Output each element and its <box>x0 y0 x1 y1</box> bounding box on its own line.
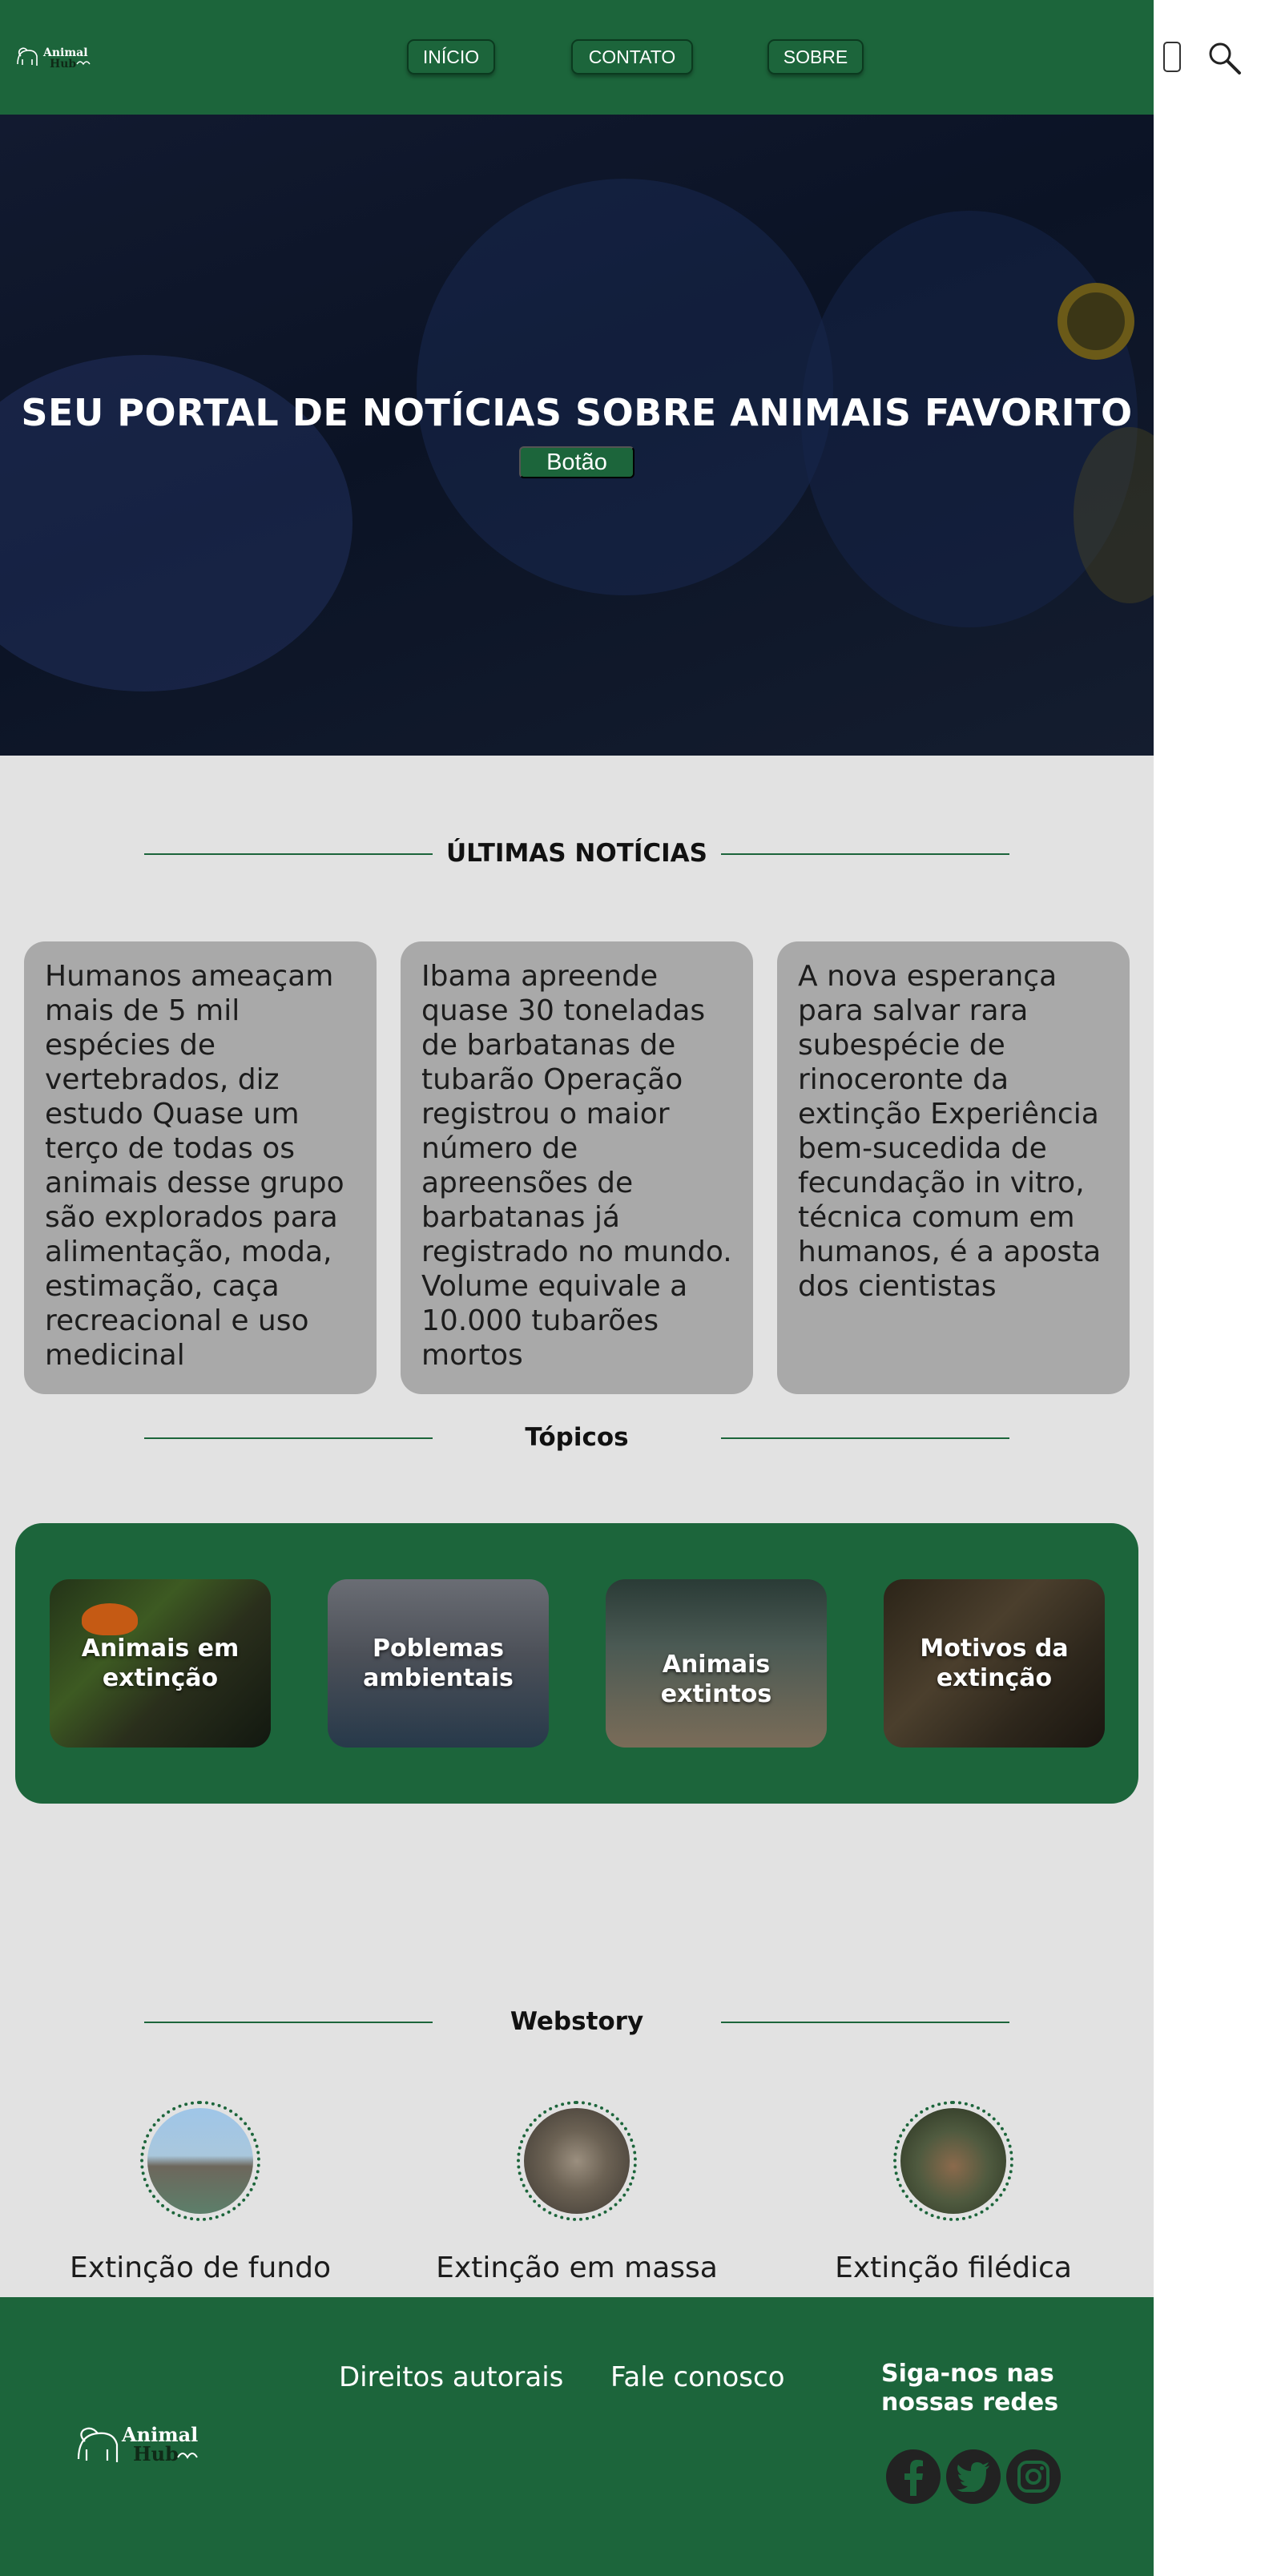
footer-animal-hub-logo[interactable]: Animal Hub <box>72 2409 224 2473</box>
webstory-section-heading: Webstory <box>144 2006 1009 2038</box>
news-section-heading: ÚLTIMAS NOTÍCIAS <box>144 837 1009 869</box>
phone-icon[interactable] <box>1163 42 1181 72</box>
parrot-eye-shape <box>1057 283 1134 360</box>
topics-section-heading: Tópicos <box>144 1421 1009 1453</box>
topic-label: Animais extintos <box>660 1651 772 1708</box>
news-card-text: A nova esperança para salvar rara subesp… <box>798 960 1102 1303</box>
site-footer: Animal Hub Direitos autorais Fale conosc… <box>0 2297 1154 2576</box>
topic-label: Animais em extinção <box>81 1635 240 1692</box>
bear-photo <box>900 2108 1006 2214</box>
news-card[interactable]: Humanos ameaçam mais de 5 mil espécies d… <box>24 941 377 1394</box>
footer-link-direitos-autorais[interactable]: Direitos autorais <box>339 2361 563 2393</box>
news-card-text: Humanos ameaçam mais de 5 mil espécies d… <box>45 960 344 1372</box>
hero-title: SEU PORTAL DE NOTÍCIAS SOBRE ANIMAIS FAV… <box>21 391 1133 434</box>
fossils-photo <box>524 2108 630 2214</box>
topic-label: Poblemas ambientais <box>363 1635 514 1692</box>
site-header: Animal Hub INÍCIO CONTATO SOBRE <box>0 0 1154 115</box>
hero-background-shape <box>417 179 833 595</box>
elephant-photo <box>147 2108 253 2214</box>
heading-divider <box>721 1437 1009 1439</box>
webstory-thumbnail[interactable] <box>893 2101 1013 2221</box>
webstory-item[interactable]: Extinção em massa <box>417 2101 737 2284</box>
topic-card[interactable]: Animais em extinção <box>50 1579 271 1748</box>
webstory-label: Extinção em massa <box>436 2251 718 2284</box>
heading-divider <box>721 2022 1009 2023</box>
twitter-icon[interactable] <box>946 2449 1001 2504</box>
nav-sobre-button[interactable]: SOBRE <box>767 39 864 75</box>
topic-card[interactable]: Animais extintos <box>606 1579 827 1748</box>
news-card[interactable]: A nova esperança para salvar rara subesp… <box>777 941 1130 1394</box>
topic-card[interactable]: Poblemas ambientais <box>328 1579 549 1748</box>
svg-text:Hub: Hub <box>50 58 76 71</box>
topic-card[interactable]: Motivos da extinção <box>884 1579 1105 1748</box>
follow-us-title: Siga-nos nas nossas redes <box>881 2360 1059 2417</box>
search-icon[interactable] <box>1207 40 1242 75</box>
page: Animal Hub INÍCIO CONTATO SOBRE SEU PORT… <box>0 0 1154 2576</box>
toucan-beak-shape <box>82 1603 138 1635</box>
webstory-item[interactable]: Extinção de fundo <box>40 2101 361 2284</box>
webstory-thumbnail[interactable] <box>140 2101 260 2221</box>
nav-contato-button[interactable]: CONTATO <box>571 39 693 75</box>
webstory-thumbnail[interactable] <box>517 2101 637 2221</box>
news-card-text: Ibama apreende quase 30 toneladas de bar… <box>421 960 732 1372</box>
topics-panel: Animais em extinção Poblemas ambientais … <box>15 1523 1138 1804</box>
animal-hub-logo[interactable]: Animal Hub <box>14 40 104 72</box>
heading-divider <box>721 853 1009 855</box>
webstory-item[interactable]: Extinção filédica <box>793 2101 1114 2284</box>
instagram-icon[interactable] <box>1006 2449 1061 2504</box>
hero-banner: SEU PORTAL DE NOTÍCIAS SOBRE ANIMAIS FAV… <box>0 115 1154 756</box>
footer-link-fale-conosco[interactable]: Fale conosco <box>610 2361 785 2393</box>
facebook-icon[interactable] <box>886 2449 941 2504</box>
hero-button[interactable]: Botão <box>519 446 634 478</box>
news-card[interactable]: Ibama apreende quase 30 toneladas de bar… <box>401 941 753 1394</box>
webstory-label: Extinção de fundo <box>70 2251 331 2284</box>
svg-text:Hub: Hub <box>133 2442 179 2465</box>
topic-label: Motivos da extinção <box>920 1635 1069 1692</box>
nav-inicio-button[interactable]: INÍCIO <box>407 39 495 75</box>
webstory-label: Extinção filédica <box>835 2251 1072 2284</box>
